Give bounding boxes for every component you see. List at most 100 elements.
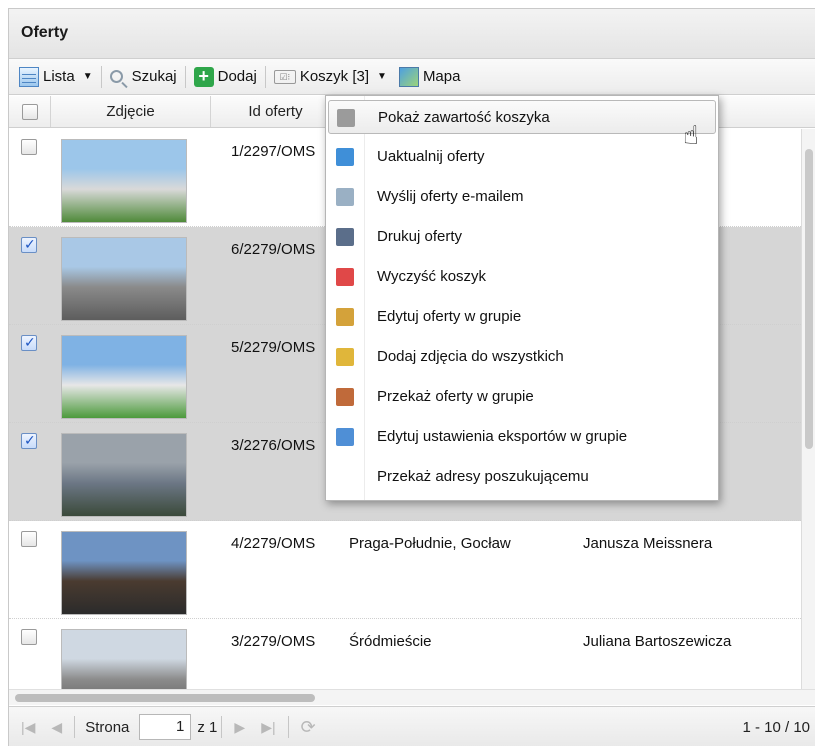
header-offer-id[interactable]: Id oferty: [211, 96, 341, 127]
menu-item[interactable]: Edytuj oferty w grupie: [328, 300, 716, 334]
cart-label: Koszyk [3]: [299, 68, 370, 85]
cart-icon: ☑⁝: [273, 69, 296, 84]
record-range: 1 - 10 / 10: [742, 718, 810, 736]
house-icon: [336, 388, 354, 406]
cart-button[interactable]: ☑⁝ Koszyk [3] ▼: [268, 63, 393, 91]
menu-item-label: Przekaż adresy poszukującemu: [377, 468, 589, 485]
search-icon: [109, 70, 123, 83]
panel-title: Oferty: [9, 9, 815, 59]
offer-id-cell: 3/2276/OMS: [231, 437, 316, 454]
print-icon: [336, 228, 354, 246]
last-page-icon[interactable]: ▶|: [253, 719, 283, 736]
offer-photo[interactable]: [61, 139, 187, 223]
row-checkbox-cell: [21, 531, 37, 551]
menu-item[interactable]: Wyślij oferty e-mailem: [328, 180, 716, 214]
row-checkbox-cell: [21, 334, 37, 355]
menu-item-label: Przekaż oferty w grupie: [377, 388, 534, 405]
edit-icon: [336, 308, 354, 326]
horizontal-scrollbar[interactable]: [9, 689, 815, 705]
street-cell: Juliana Bartoszewicza: [583, 633, 732, 650]
row-checkbox-cell: [21, 432, 37, 453]
menu-item-label: Wyślij oferty e-mailem: [377, 188, 524, 205]
offer-id-cell: 3/2279/OMS: [231, 633, 316, 650]
cart-icon: [337, 109, 355, 127]
menu-item-label: Uaktualnij oferty: [377, 148, 485, 165]
district-cell: Śródmieście: [349, 633, 432, 650]
offer-photo[interactable]: [61, 531, 187, 615]
row-checkbox[interactable]: [21, 139, 37, 155]
pager-divider: [221, 716, 223, 738]
menu-item[interactable]: Uaktualnij oferty: [328, 140, 716, 174]
vertical-scrollbar[interactable]: [801, 129, 815, 689]
map-button[interactable]: Mapa: [393, 63, 467, 91]
menu-item[interactable]: Przekaż oferty w grupie: [328, 380, 716, 414]
photos-icon: [336, 348, 354, 366]
pager-divider: [74, 716, 76, 738]
menu-item-label: Edytuj ustawienia eksportów w grupie: [377, 428, 628, 445]
pager: |◀ ◀ Strona 1 z 1 ▶ ▶| ⟳ 1 - 10 / 10: [9, 706, 815, 746]
header-select-all: [9, 96, 51, 127]
search-button[interactable]: Szukaj: [104, 63, 183, 91]
table-row[interactable]: 3/2279/OMS Śródmieście Juliana Bartoszewic…: [9, 619, 809, 689]
menu-item[interactable]: Dodaj zdjęcia do wszystkich: [328, 340, 716, 374]
menu-item[interactable]: Pokaż zawartość koszyka: [328, 100, 716, 134]
first-page-icon[interactable]: |◀: [9, 719, 43, 736]
offer-photo[interactable]: [61, 237, 187, 321]
menu-item[interactable]: Edytuj ustawienia eksportów w grupie: [328, 420, 716, 454]
add-icon: +: [193, 66, 214, 87]
offer-photo[interactable]: [61, 433, 187, 517]
chevron-down-icon: ▼: [82, 71, 93, 82]
toolbar-divider: [100, 65, 102, 88]
menu-item[interactable]: Drukuj oferty: [328, 220, 716, 254]
row-checkbox[interactable]: [21, 236, 37, 253]
vertical-scroll-thumb[interactable]: [805, 149, 813, 449]
chevron-down-icon: ▼: [377, 71, 387, 82]
mail-icon: [336, 188, 354, 206]
export-icon: [336, 428, 354, 446]
pager-divider: [287, 716, 289, 738]
table-row[interactable]: 4/2279/OMS Praga-Południe, Gocław Janusza …: [9, 521, 809, 619]
offer-id-cell: 4/2279/OMS: [231, 535, 316, 552]
row-checkbox-cell: [21, 139, 37, 159]
offer-id-cell: 5/2279/OMS: [231, 339, 316, 356]
refresh-icon[interactable]: ⟳: [293, 717, 324, 738]
prev-page-icon[interactable]: ◀: [43, 719, 70, 736]
row-checkbox[interactable]: [21, 432, 37, 449]
offer-id-cell: 6/2279/OMS: [231, 241, 316, 258]
toolbar-divider: [184, 65, 186, 88]
horizontal-scroll-thumb[interactable]: [15, 694, 315, 702]
add-label: Dodaj: [217, 68, 257, 85]
row-checkbox[interactable]: [21, 531, 37, 547]
menu-item[interactable]: Przekaż adresy poszukującemu: [328, 460, 716, 494]
menu-item-label: Wyczyść koszyk: [377, 268, 487, 285]
district-cell: Praga-Południe, Gocław: [349, 535, 511, 552]
add-button[interactable]: + Dodaj: [188, 63, 263, 91]
hand-cursor-icon: ☝: [683, 120, 699, 150]
search-label: Szukaj: [131, 68, 177, 85]
map-icon: [398, 66, 419, 87]
menu-item[interactable]: Wyczyść koszyk: [328, 260, 716, 294]
row-checkbox[interactable]: [21, 629, 37, 645]
row-checkbox-cell: [21, 236, 37, 257]
row-checkbox[interactable]: [21, 334, 37, 351]
select-all-checkbox[interactable]: [21, 104, 38, 121]
map-label: Mapa: [422, 68, 461, 85]
header-photo[interactable]: Zdjęcie: [51, 96, 211, 127]
row-checkbox-cell: [21, 629, 37, 649]
page-label: Strona: [85, 718, 130, 736]
menu-item-label: Pokaż zawartość koszyka: [378, 109, 550, 126]
offer-photo[interactable]: [61, 335, 187, 419]
next-page-icon[interactable]: ▶: [226, 719, 253, 736]
menu-item-label: Dodaj zdjęcia do wszystkich: [377, 348, 564, 365]
menu-item-label: Edytuj oferty w grupie: [377, 308, 522, 325]
offer-photo[interactable]: [61, 629, 187, 689]
page-input[interactable]: 1: [139, 714, 192, 740]
menu-item-label: Drukuj oferty: [377, 228, 463, 245]
refresh-icon: [336, 148, 354, 166]
offer-id-cell: 1/2297/OMS: [231, 143, 316, 160]
page-total: z 1: [197, 718, 218, 736]
toolbar-divider: [264, 65, 266, 88]
cart-dropdown-menu: Pokaż zawartość koszyka Uaktualnij oferty…: [325, 95, 719, 501]
list-button[interactable]: Lista ▼: [13, 63, 99, 91]
clear-cart-icon: [336, 268, 354, 286]
